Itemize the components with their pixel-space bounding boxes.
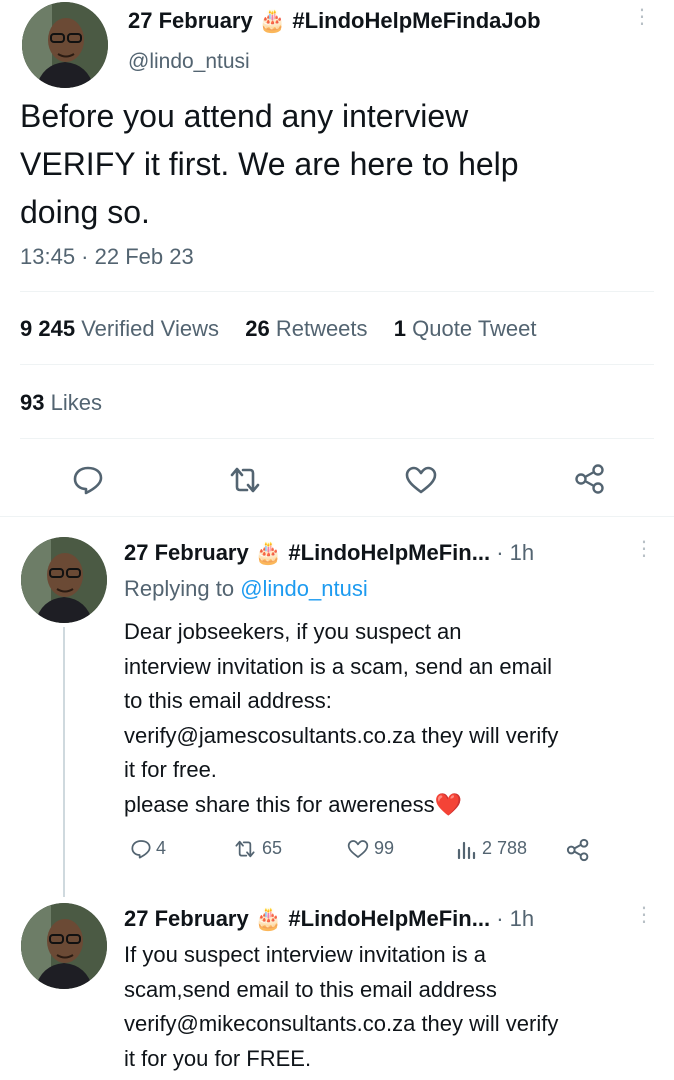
hashtag-name[interactable]: #LindoHelpMeFin... [288,540,490,565]
share-icon[interactable] [574,463,606,495]
cake-emoji: 🎂 [258,8,287,33]
replying-to: Replying to @lindo_ntusi [124,576,368,602]
reply-text-line: Dear jobseekers, if you suspect an [124,619,462,644]
retweets-stat[interactable]: 26 Retweets [245,316,367,341]
reply-action[interactable]: 4 [130,838,166,859]
divider [20,291,654,292]
retweets-count: 26 [245,316,270,341]
more-icon[interactable]: ⋮ [632,7,652,27]
quotes-label: Quote Tweet [412,316,537,341]
like-icon[interactable] [404,465,438,495]
reply-text: If you suspect interview invitation is a… [124,938,558,1076]
hashtag-name[interactable]: #LindoHelpMeFindaJob [292,8,540,33]
avatar[interactable] [22,2,108,88]
reply-text-line: verify@mikeconsultants.co.za they will v… [124,1011,559,1037]
heart-emoji: ❤️ [434,791,463,817]
reply-text: Dear jobseekers, if you suspect an inter… [124,615,558,823]
divider [20,438,654,439]
display-name[interactable]: 27 February [124,540,249,565]
views-icon [456,839,478,859]
reply-text-line: it for you for FREE. [124,1045,312,1071]
divider [0,516,674,517]
reply-icon[interactable] [72,465,104,495]
likes-label: Likes [50,390,102,415]
reply-author-line: 27 February 🎂 #LindoHelpMeFin... · 1h [124,906,534,932]
retweet-icon[interactable] [228,465,262,495]
views-label: Verified Views [81,316,219,341]
reply-icon [130,839,152,859]
reply-text-line: interview invitation is a scam, send an … [124,653,552,679]
retweet-icon [232,839,258,859]
replying-prefix: Replying to [124,576,235,601]
reply-count: 4 [156,838,167,858]
like-icon [346,839,370,859]
handle[interactable]: @lindo_ntusi [128,50,250,74]
reply-text-line: it for free. [124,757,217,783]
share-icon[interactable] [566,838,590,862]
tweet-text-line: doing so. [20,194,150,230]
stats-row: 9 245 Verified Views 26 Retweets 1 Quote… [20,316,537,342]
reply-text-line: scam,send email to this email address [124,976,497,1002]
thread-line [63,627,65,897]
views-action[interactable]: 2 788 [456,838,527,859]
quotes-count: 1 [393,316,407,341]
tweet-text: Before you attend any interview VERIFY i… [20,92,660,236]
replying-handle-link[interactable]: @lindo_ntusi [240,576,368,601]
tweet-author-line: 27 February 🎂 #LindoHelpMeFindaJob [128,8,541,34]
hashtag-name[interactable]: #LindoHelpMeFin... [288,906,490,931]
retweet-count: 65 [262,838,283,858]
avatar[interactable] [21,903,107,989]
timestamp[interactable]: 13:45 · 22 Feb 23 [20,244,194,270]
reply-text-line: If you suspect interview invitation is a [124,942,486,967]
retweets-label: Retweets [275,316,368,341]
quotes-stat[interactable]: 1 Quote Tweet [394,316,537,341]
retweet-action[interactable]: 65 [232,838,282,859]
views-count: 9 245 [20,316,76,341]
like-count: 99 [374,838,395,858]
like-action[interactable]: 99 [346,838,394,859]
more-icon[interactable]: ⋮ [634,905,654,925]
reply-text-line: please share this for awereness❤️ [124,788,558,823]
reply-time[interactable]: · 1h [496,906,534,931]
views-stat[interactable]: 9 245 Verified Views [20,316,219,341]
display-name[interactable]: 27 February [124,906,249,931]
tweet-text-line: Before you attend any interview [20,98,469,134]
likes-count: 93 [20,390,45,415]
reply-text-line: verify@jamescosultants.co.za they will v… [124,722,559,748]
reply-time[interactable]: · 1h [496,540,534,565]
cake-emoji: 🎂 [254,906,283,931]
avatar[interactable] [21,537,107,623]
cake-emoji: 🎂 [254,540,283,565]
divider [20,364,654,365]
more-icon[interactable]: ⋮ [634,539,654,559]
reply-text-line: to this email address: [124,688,332,714]
tweet-text-line: VERIFY it first. We are here to help [20,146,519,182]
reply-text-span: please share this for awereness [124,791,435,817]
display-name[interactable]: 27 February [128,8,253,33]
views-count: 2 788 [482,838,528,858]
reply-author-line: 27 February 🎂 #LindoHelpMeFin... · 1h [124,540,534,566]
likes-stat[interactable]: 93 Likes [20,390,102,416]
